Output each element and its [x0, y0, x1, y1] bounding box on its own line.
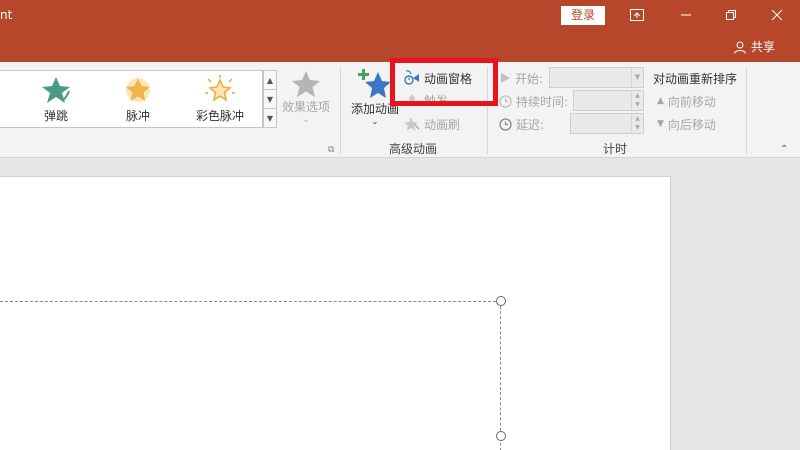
move-later-label: 向后移动 [667, 117, 716, 132]
close-button[interactable] [754, 0, 800, 30]
resize-handle[interactable] [496, 296, 506, 306]
gallery-item-bounce[interactable]: 弹跳 [16, 75, 96, 124]
chevron-down-icon: ⌄ [302, 115, 310, 124]
gallery-scroll: ▲ ▼ ▼ [263, 70, 277, 128]
app-title: nt [0, 8, 13, 22]
start-label-row: 开始: [499, 68, 543, 88]
chevron-down-icon: ▼ [631, 68, 643, 87]
stepper-arrows-icon: ▲ ▼ [631, 91, 643, 110]
gallery-more-button[interactable]: ▼ [264, 109, 276, 128]
restore-button[interactable] [708, 0, 754, 30]
gallery-item-label: 脉冲 [125, 109, 150, 123]
move-earlier-button[interactable]: ▲ 向前移动 [657, 91, 716, 111]
effect-star-icon [292, 71, 320, 97]
pulse-star-icon [126, 78, 150, 102]
group-separator [340, 68, 341, 154]
animation-painter-button[interactable]: 动画刷 [404, 114, 460, 134]
text-placeholder[interactable] [0, 301, 501, 450]
play-icon [501, 73, 510, 83]
highlight-box [390, 58, 498, 106]
ribbon-display-icon [630, 9, 644, 21]
effect-options-button[interactable]: 效果选项 ⌄ [281, 70, 331, 124]
group-label-advanced-animation: 高级动画 [389, 142, 438, 156]
gallery-item-pulse[interactable]: 脉冲 [98, 75, 178, 124]
minimize-button[interactable] [663, 0, 709, 30]
triangle-up-icon: ▲ [657, 96, 664, 106]
gallery-item-label: 弹跳 [43, 109, 68, 123]
delay-label: 延迟: [516, 117, 545, 132]
group-label-timing: 计时 [603, 142, 628, 156]
collapse-ribbon-chevron-icon[interactable]: ⌃ [780, 144, 788, 155]
triangle-down-icon: ▼ [657, 119, 664, 129]
animation-gallery: 弹跳 脉冲 彩色脉冲 [0, 70, 263, 128]
duration-label-row: 持续时间: [499, 91, 568, 111]
gallery-scroll-down-button[interactable]: ▼ [264, 90, 276, 109]
gallery-item-label: 彩色脉冲 [195, 109, 244, 123]
share-label: 共享 [751, 40, 776, 54]
chevron-down-icon: ⌄ [371, 117, 379, 126]
slide[interactable] [0, 176, 671, 450]
resize-handle[interactable] [496, 431, 506, 441]
gallery-scroll-up-button[interactable]: ▲ [264, 71, 276, 90]
restore-icon [726, 10, 736, 20]
add-animation-star-icon [358, 69, 391, 98]
ribbon-display-options-button[interactable] [614, 0, 660, 30]
bounce-star-icon [42, 77, 70, 103]
reorder-title-label: 对动画重新排序 [653, 71, 738, 86]
person-icon [734, 41, 746, 54]
group-separator [746, 68, 747, 154]
move-earlier-label: 向前移动 [667, 94, 716, 109]
animation-painter-label: 动画刷 [424, 117, 461, 132]
animation-painter-icon [404, 117, 420, 131]
start-select[interactable]: ▼ [549, 67, 644, 88]
gallery-item-color-pulse[interactable]: 彩色脉冲 [180, 75, 260, 124]
duration-stepper[interactable]: ▲ ▼ [573, 90, 644, 111]
share-button[interactable]: 共享 [733, 38, 775, 55]
login-button[interactable]: 登录 [561, 6, 605, 25]
move-later-button[interactable]: ▼ 向后移动 [657, 114, 716, 134]
stepper-arrows-icon: ▲ ▼ [631, 114, 643, 133]
slide-canvas [0, 159, 800, 450]
clock-icon [499, 94, 512, 108]
color-pulse-star-icon [205, 75, 235, 102]
close-icon [771, 9, 783, 21]
delay-clock-icon [499, 117, 512, 131]
minimize-icon [681, 14, 691, 16]
duration-label: 持续时间: [516, 94, 569, 109]
delay-stepper[interactable]: ▲ ▼ [570, 113, 644, 134]
reorder-title: 对动画重新排序 [653, 68, 737, 88]
effect-options-label: 效果选项 [281, 100, 330, 114]
dialog-launcher-icon[interactable]: ⧉ [328, 145, 334, 155]
start-label: 开始: [515, 71, 544, 86]
delay-label-row: 延迟: [499, 114, 544, 134]
title-bar: nt 登录 共享 [0, 0, 800, 62]
